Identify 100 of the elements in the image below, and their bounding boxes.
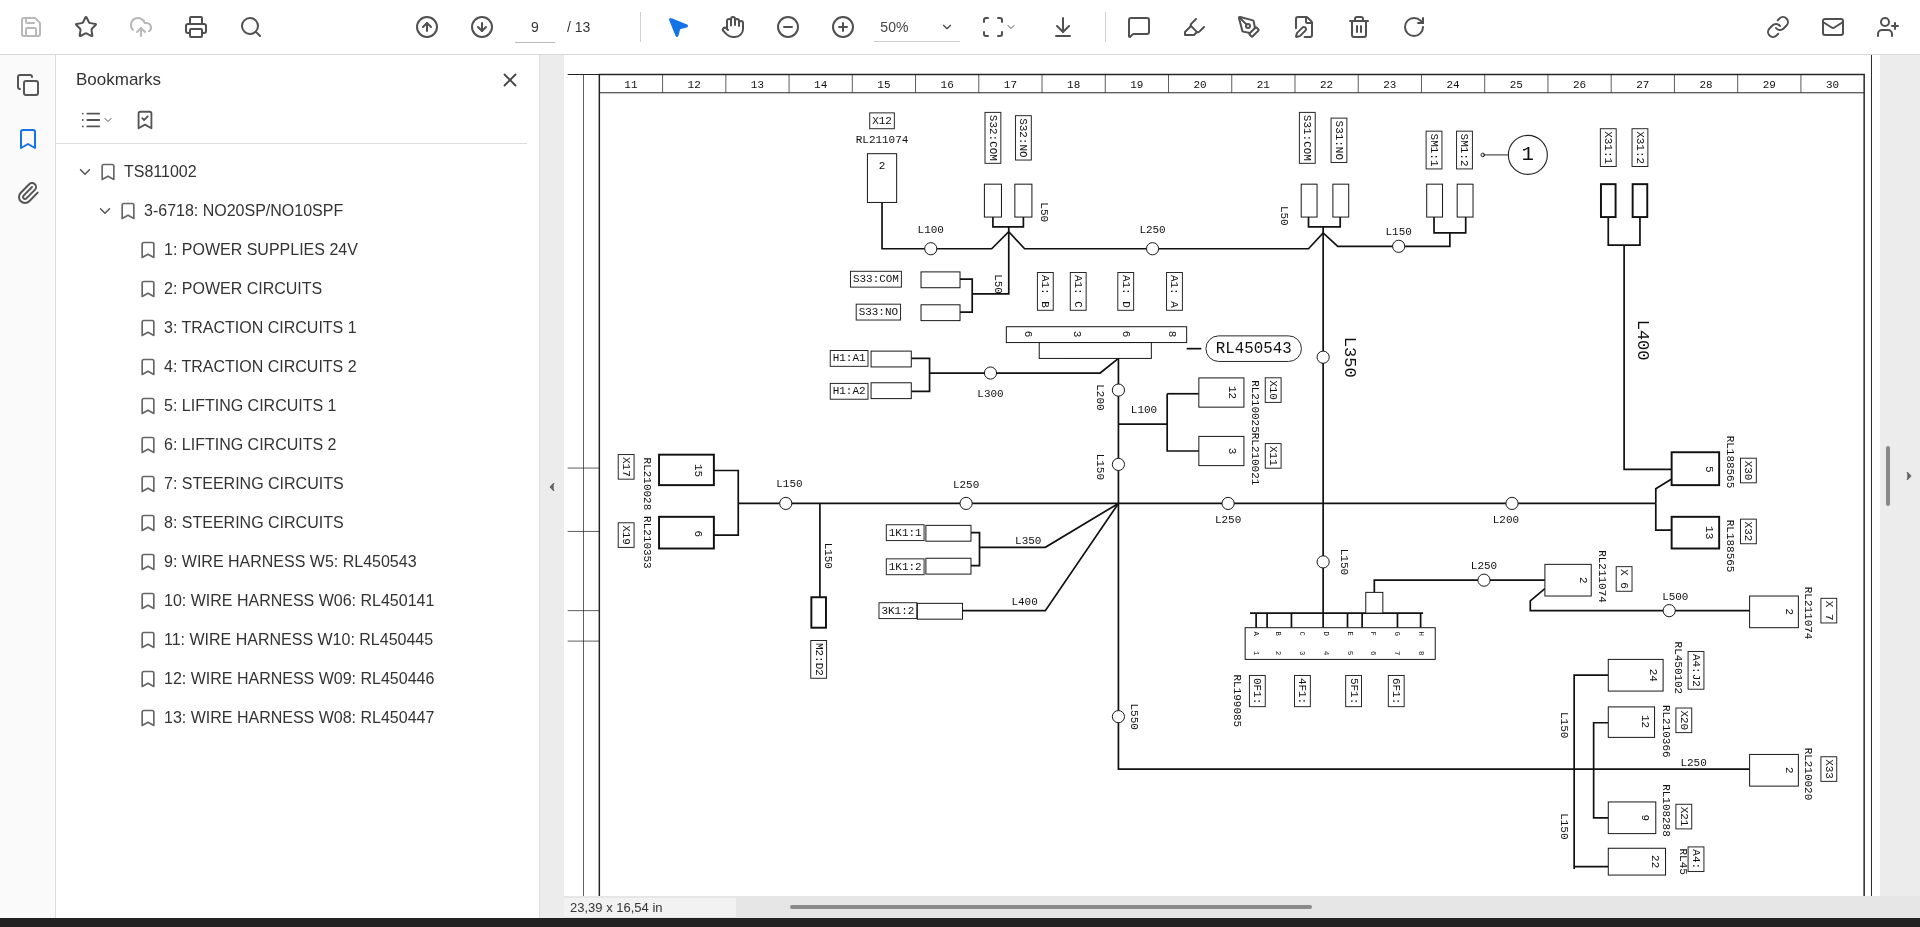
bookmark-item[interactable]: 5: LIFTING CIRCUITS 1 xyxy=(164,396,337,415)
scrollbar-thumb[interactable] xyxy=(1886,445,1890,506)
bookmark-item[interactable]: 2: POWER CIRCUITS xyxy=(164,279,323,298)
connector-box xyxy=(1607,801,1657,835)
connector-box xyxy=(1332,183,1350,218)
wire-length: L150 xyxy=(1094,453,1107,480)
grid-column-number: 15 xyxy=(877,79,891,92)
bookmark-icon xyxy=(138,434,158,455)
connector-tag: A1: C xyxy=(1069,272,1087,311)
part-number: RL211074 xyxy=(1596,550,1609,603)
wire-marker xyxy=(1145,242,1160,256)
wire-marker xyxy=(1392,239,1406,253)
wire-marker xyxy=(1477,573,1491,587)
grid-column-number: 12 xyxy=(687,79,701,92)
wire-marker xyxy=(1662,604,1676,618)
wire-length: L350 xyxy=(1015,535,1042,548)
connector-box xyxy=(1300,183,1318,218)
bookmark-item[interactable]: 12: WIRE HARNESS W09: RL450446 xyxy=(164,669,435,688)
connector-box xyxy=(658,453,715,487)
connector-tag: M2:D2 xyxy=(810,640,828,679)
bookmark-icon xyxy=(138,512,158,533)
wire xyxy=(1185,347,1203,350)
wire-length: L250 xyxy=(1139,224,1166,237)
wire-length: L250 xyxy=(1214,514,1242,527)
pin-number: 24 xyxy=(1647,668,1660,682)
part-number: RL210025RL210021 xyxy=(1248,380,1261,486)
part-number: RL188565 xyxy=(1724,519,1737,573)
connector-tag: S32:NO xyxy=(1014,115,1032,161)
bookmark-icon xyxy=(118,200,138,221)
connector-box xyxy=(1365,591,1384,614)
connector-tag: A1: B xyxy=(1036,272,1054,311)
connector-box xyxy=(920,271,961,289)
connector-tag: X12 xyxy=(869,112,895,130)
page-total: / 13 xyxy=(567,19,591,35)
bookmark-item[interactable]: TS811002 xyxy=(124,162,197,181)
grid-column-number: 22 xyxy=(1320,79,1334,92)
bookmark-item[interactable]: 10: WIRE HARNESS W06: RL450141 xyxy=(164,591,435,610)
wire-marker xyxy=(983,366,998,380)
grid-column-number: 16 xyxy=(940,79,954,92)
connector-tag: S31:COM xyxy=(1298,111,1316,164)
bookmark-item[interactable]: 8: STEERING CIRCUITS xyxy=(164,513,344,532)
connector-tag: SM1:2 xyxy=(1456,130,1473,170)
wire-length: L150 xyxy=(1558,712,1571,739)
pin-number: 6 xyxy=(692,530,705,538)
bookmark-item[interactable]: 1: POWER SUPPLIES 24V xyxy=(164,240,358,259)
pin-number: 22 xyxy=(1648,855,1661,869)
bookmark-icon xyxy=(138,317,158,338)
bookmark-item[interactable]: 6: LIFTING CIRCUITS 2 xyxy=(164,435,337,454)
bookmark-item[interactable]: 7: STEERING CIRCUITS xyxy=(164,474,344,493)
connector-tag: X11 xyxy=(1264,443,1282,469)
wire-length: L250 xyxy=(1680,756,1707,769)
wire-marker xyxy=(1505,496,1519,510)
zoom-dropdown[interactable]: 50% xyxy=(874,12,961,42)
pin-number: 12 xyxy=(1225,385,1238,400)
bookmark-item[interactable]: 13: WIRE HARNESS W08: RL450447 xyxy=(164,708,435,727)
connector-box xyxy=(658,515,715,550)
connector-box xyxy=(870,382,912,400)
connector-tag: SM1:1 xyxy=(1425,130,1443,170)
bookmark-item[interactable]: 3-6718: NO20SP/NO10SPF xyxy=(144,201,344,220)
bookmark-item[interactable]: 4: TRACTION CIRCUITS 2 xyxy=(164,357,357,376)
grid-column-number: 17 xyxy=(1003,79,1017,92)
connector-tag: X31:2 xyxy=(1631,128,1649,167)
pin-number: 6 xyxy=(1022,330,1035,338)
bookmark-item[interactable]: 3: TRACTION CIRCUITS 1 xyxy=(164,318,357,337)
pin-number: 2 xyxy=(1782,767,1795,774)
connector-tag: 1K1:2 xyxy=(885,558,925,576)
connector-tag: X20 xyxy=(1675,707,1693,734)
bookmark-item[interactable]: 9: WIRE HARNESS W5: RL450543 xyxy=(164,552,417,571)
connector-tag: 3K1:2 xyxy=(878,602,918,620)
harness-label: RL450543 xyxy=(1205,335,1302,362)
connector-tag: A4:J2 xyxy=(1687,650,1705,690)
connector-box xyxy=(1670,515,1721,550)
bookmark-item[interactable]: 11: WIRE HARNESS W10: RL450445 xyxy=(164,630,434,649)
part-number: RL210020 xyxy=(1802,747,1815,801)
bookmark-icon xyxy=(138,395,158,416)
scrollbar-thumb[interactable] xyxy=(790,905,1312,909)
part-number: RL211074 xyxy=(1802,586,1815,640)
grid-column-number: 30 xyxy=(1825,79,1840,92)
connector-box xyxy=(1607,658,1664,692)
wire-marker xyxy=(924,242,938,256)
connector-box xyxy=(1600,183,1617,219)
pin-number: 6 xyxy=(1119,330,1132,338)
part-number: RL450102 xyxy=(1671,641,1684,695)
bookmark-icon xyxy=(138,551,158,572)
wire-marker xyxy=(1316,555,1330,569)
pin-number: 13 xyxy=(1703,526,1716,540)
connector-tag: A1: D xyxy=(1117,272,1135,311)
wire-marker xyxy=(1316,350,1330,364)
connector-tag: 0F1: xyxy=(1248,675,1266,708)
pin-number: 8 xyxy=(1166,330,1179,338)
wire-length: L200 xyxy=(1492,514,1520,527)
bookmark-icon xyxy=(138,707,158,728)
connector-box xyxy=(1749,595,1799,629)
connector-tag: 6F1: xyxy=(1387,675,1405,708)
wire-length: L400 xyxy=(1632,319,1652,361)
connector-box xyxy=(1456,183,1474,218)
pin-number: 3 xyxy=(1225,447,1238,455)
part-number: RL188565 xyxy=(1724,435,1737,489)
connector-box xyxy=(1670,451,1721,487)
grid-column-number: 13 xyxy=(750,79,764,92)
